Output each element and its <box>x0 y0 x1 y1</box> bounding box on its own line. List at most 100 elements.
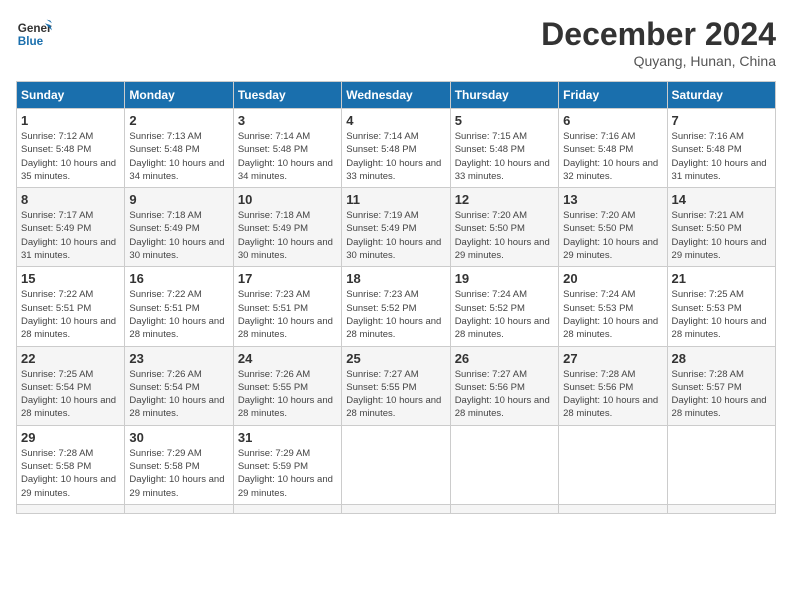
month-title: December 2024 <box>541 16 776 53</box>
day-number: 24 <box>238 351 337 366</box>
day-number: 29 <box>21 430 120 445</box>
day-info: Sunrise: 7:22 AMSunset: 5:51 PMDaylight:… <box>129 289 224 340</box>
day-number: 2 <box>129 113 228 128</box>
day-info: Sunrise: 7:28 AMSunset: 5:56 PMDaylight:… <box>563 369 658 420</box>
weekday-header-thursday: Thursday <box>450 82 558 109</box>
calendar-week-row: 8 Sunrise: 7:17 AMSunset: 5:49 PMDayligh… <box>17 188 776 267</box>
calendar-cell: 15 Sunrise: 7:22 AMSunset: 5:51 PMDaylig… <box>17 267 125 346</box>
calendar-cell: 16 Sunrise: 7:22 AMSunset: 5:51 PMDaylig… <box>125 267 233 346</box>
calendar-cell: 13 Sunrise: 7:20 AMSunset: 5:50 PMDaylig… <box>559 188 667 267</box>
weekday-header-tuesday: Tuesday <box>233 82 341 109</box>
day-number: 25 <box>346 351 445 366</box>
calendar-cell <box>125 504 233 513</box>
weekday-header-sunday: Sunday <box>17 82 125 109</box>
calendar-cell: 23 Sunrise: 7:26 AMSunset: 5:54 PMDaylig… <box>125 346 233 425</box>
day-number: 13 <box>563 192 662 207</box>
day-number: 4 <box>346 113 445 128</box>
calendar-cell: 1 Sunrise: 7:12 AMSunset: 5:48 PMDayligh… <box>17 109 125 188</box>
calendar-cell <box>17 504 125 513</box>
day-info: Sunrise: 7:27 AMSunset: 5:56 PMDaylight:… <box>455 369 550 420</box>
calendar-cell: 31 Sunrise: 7:29 AMSunset: 5:59 PMDaylig… <box>233 425 341 504</box>
calendar-week-row: 29 Sunrise: 7:28 AMSunset: 5:58 PMDaylig… <box>17 425 776 504</box>
day-number: 14 <box>672 192 771 207</box>
logo-icon: General Blue <box>16 16 52 52</box>
day-info: Sunrise: 7:18 AMSunset: 5:49 PMDaylight:… <box>129 210 224 261</box>
day-number: 31 <box>238 430 337 445</box>
day-number: 17 <box>238 271 337 286</box>
day-number: 23 <box>129 351 228 366</box>
page-header: General Blue December 2024 Quyang, Hunan… <box>16 16 776 69</box>
day-number: 18 <box>346 271 445 286</box>
day-number: 21 <box>672 271 771 286</box>
calendar-cell <box>450 425 558 504</box>
day-info: Sunrise: 7:16 AMSunset: 5:48 PMDaylight:… <box>563 131 658 182</box>
calendar-cell: 28 Sunrise: 7:28 AMSunset: 5:57 PMDaylig… <box>667 346 775 425</box>
day-number: 5 <box>455 113 554 128</box>
calendar-cell: 26 Sunrise: 7:27 AMSunset: 5:56 PMDaylig… <box>450 346 558 425</box>
day-info: Sunrise: 7:15 AMSunset: 5:48 PMDaylight:… <box>455 131 550 182</box>
calendar-cell: 25 Sunrise: 7:27 AMSunset: 5:55 PMDaylig… <box>342 346 450 425</box>
calendar-cell <box>667 425 775 504</box>
weekday-header-monday: Monday <box>125 82 233 109</box>
calendar-cell: 5 Sunrise: 7:15 AMSunset: 5:48 PMDayligh… <box>450 109 558 188</box>
calendar-cell: 2 Sunrise: 7:13 AMSunset: 5:48 PMDayligh… <box>125 109 233 188</box>
day-number: 27 <box>563 351 662 366</box>
calendar-cell <box>667 504 775 513</box>
calendar-cell: 7 Sunrise: 7:16 AMSunset: 5:48 PMDayligh… <box>667 109 775 188</box>
calendar-cell: 14 Sunrise: 7:21 AMSunset: 5:50 PMDaylig… <box>667 188 775 267</box>
day-info: Sunrise: 7:14 AMSunset: 5:48 PMDaylight:… <box>238 131 333 182</box>
calendar-cell: 9 Sunrise: 7:18 AMSunset: 5:49 PMDayligh… <box>125 188 233 267</box>
calendar-cell: 8 Sunrise: 7:17 AMSunset: 5:49 PMDayligh… <box>17 188 125 267</box>
day-number: 16 <box>129 271 228 286</box>
day-info: Sunrise: 7:24 AMSunset: 5:53 PMDaylight:… <box>563 289 658 340</box>
calendar-cell: 4 Sunrise: 7:14 AMSunset: 5:48 PMDayligh… <box>342 109 450 188</box>
calendar-table: SundayMondayTuesdayWednesdayThursdayFrid… <box>16 81 776 514</box>
day-info: Sunrise: 7:29 AMSunset: 5:58 PMDaylight:… <box>129 448 224 499</box>
calendar-cell <box>559 504 667 513</box>
day-info: Sunrise: 7:13 AMSunset: 5:48 PMDaylight:… <box>129 131 224 182</box>
day-number: 26 <box>455 351 554 366</box>
day-number: 15 <box>21 271 120 286</box>
day-info: Sunrise: 7:25 AMSunset: 5:54 PMDaylight:… <box>21 369 116 420</box>
calendar-cell: 30 Sunrise: 7:29 AMSunset: 5:58 PMDaylig… <box>125 425 233 504</box>
weekday-header-wednesday: Wednesday <box>342 82 450 109</box>
calendar-cell: 22 Sunrise: 7:25 AMSunset: 5:54 PMDaylig… <box>17 346 125 425</box>
day-info: Sunrise: 7:27 AMSunset: 5:55 PMDaylight:… <box>346 369 441 420</box>
day-number: 20 <box>563 271 662 286</box>
day-info: Sunrise: 7:12 AMSunset: 5:48 PMDaylight:… <box>21 131 116 182</box>
day-number: 3 <box>238 113 337 128</box>
weekday-header-saturday: Saturday <box>667 82 775 109</box>
weekday-header-row: SundayMondayTuesdayWednesdayThursdayFrid… <box>17 82 776 109</box>
day-info: Sunrise: 7:17 AMSunset: 5:49 PMDaylight:… <box>21 210 116 261</box>
day-info: Sunrise: 7:28 AMSunset: 5:57 PMDaylight:… <box>672 369 767 420</box>
day-number: 22 <box>21 351 120 366</box>
calendar-cell: 19 Sunrise: 7:24 AMSunset: 5:52 PMDaylig… <box>450 267 558 346</box>
calendar-cell <box>342 425 450 504</box>
calendar-cell: 3 Sunrise: 7:14 AMSunset: 5:48 PMDayligh… <box>233 109 341 188</box>
day-info: Sunrise: 7:14 AMSunset: 5:48 PMDaylight:… <box>346 131 441 182</box>
day-number: 10 <box>238 192 337 207</box>
calendar-week-row <box>17 504 776 513</box>
title-block: December 2024 Quyang, Hunan, China <box>541 16 776 69</box>
day-info: Sunrise: 7:28 AMSunset: 5:58 PMDaylight:… <box>21 448 116 499</box>
calendar-cell: 27 Sunrise: 7:28 AMSunset: 5:56 PMDaylig… <box>559 346 667 425</box>
svg-text:Blue: Blue <box>18 35 44 48</box>
day-info: Sunrise: 7:26 AMSunset: 5:54 PMDaylight:… <box>129 369 224 420</box>
day-info: Sunrise: 7:18 AMSunset: 5:49 PMDaylight:… <box>238 210 333 261</box>
day-number: 8 <box>21 192 120 207</box>
day-info: Sunrise: 7:23 AMSunset: 5:52 PMDaylight:… <box>346 289 441 340</box>
calendar-cell: 10 Sunrise: 7:18 AMSunset: 5:49 PMDaylig… <box>233 188 341 267</box>
calendar-cell <box>342 504 450 513</box>
calendar-cell: 18 Sunrise: 7:23 AMSunset: 5:52 PMDaylig… <box>342 267 450 346</box>
day-number: 12 <box>455 192 554 207</box>
calendar-cell <box>559 425 667 504</box>
day-info: Sunrise: 7:20 AMSunset: 5:50 PMDaylight:… <box>563 210 658 261</box>
calendar-cell: 20 Sunrise: 7:24 AMSunset: 5:53 PMDaylig… <box>559 267 667 346</box>
calendar-cell: 21 Sunrise: 7:25 AMSunset: 5:53 PMDaylig… <box>667 267 775 346</box>
day-info: Sunrise: 7:25 AMSunset: 5:53 PMDaylight:… <box>672 289 767 340</box>
day-info: Sunrise: 7:26 AMSunset: 5:55 PMDaylight:… <box>238 369 333 420</box>
calendar-cell: 11 Sunrise: 7:19 AMSunset: 5:49 PMDaylig… <box>342 188 450 267</box>
day-info: Sunrise: 7:20 AMSunset: 5:50 PMDaylight:… <box>455 210 550 261</box>
day-number: 1 <box>21 113 120 128</box>
day-number: 9 <box>129 192 228 207</box>
